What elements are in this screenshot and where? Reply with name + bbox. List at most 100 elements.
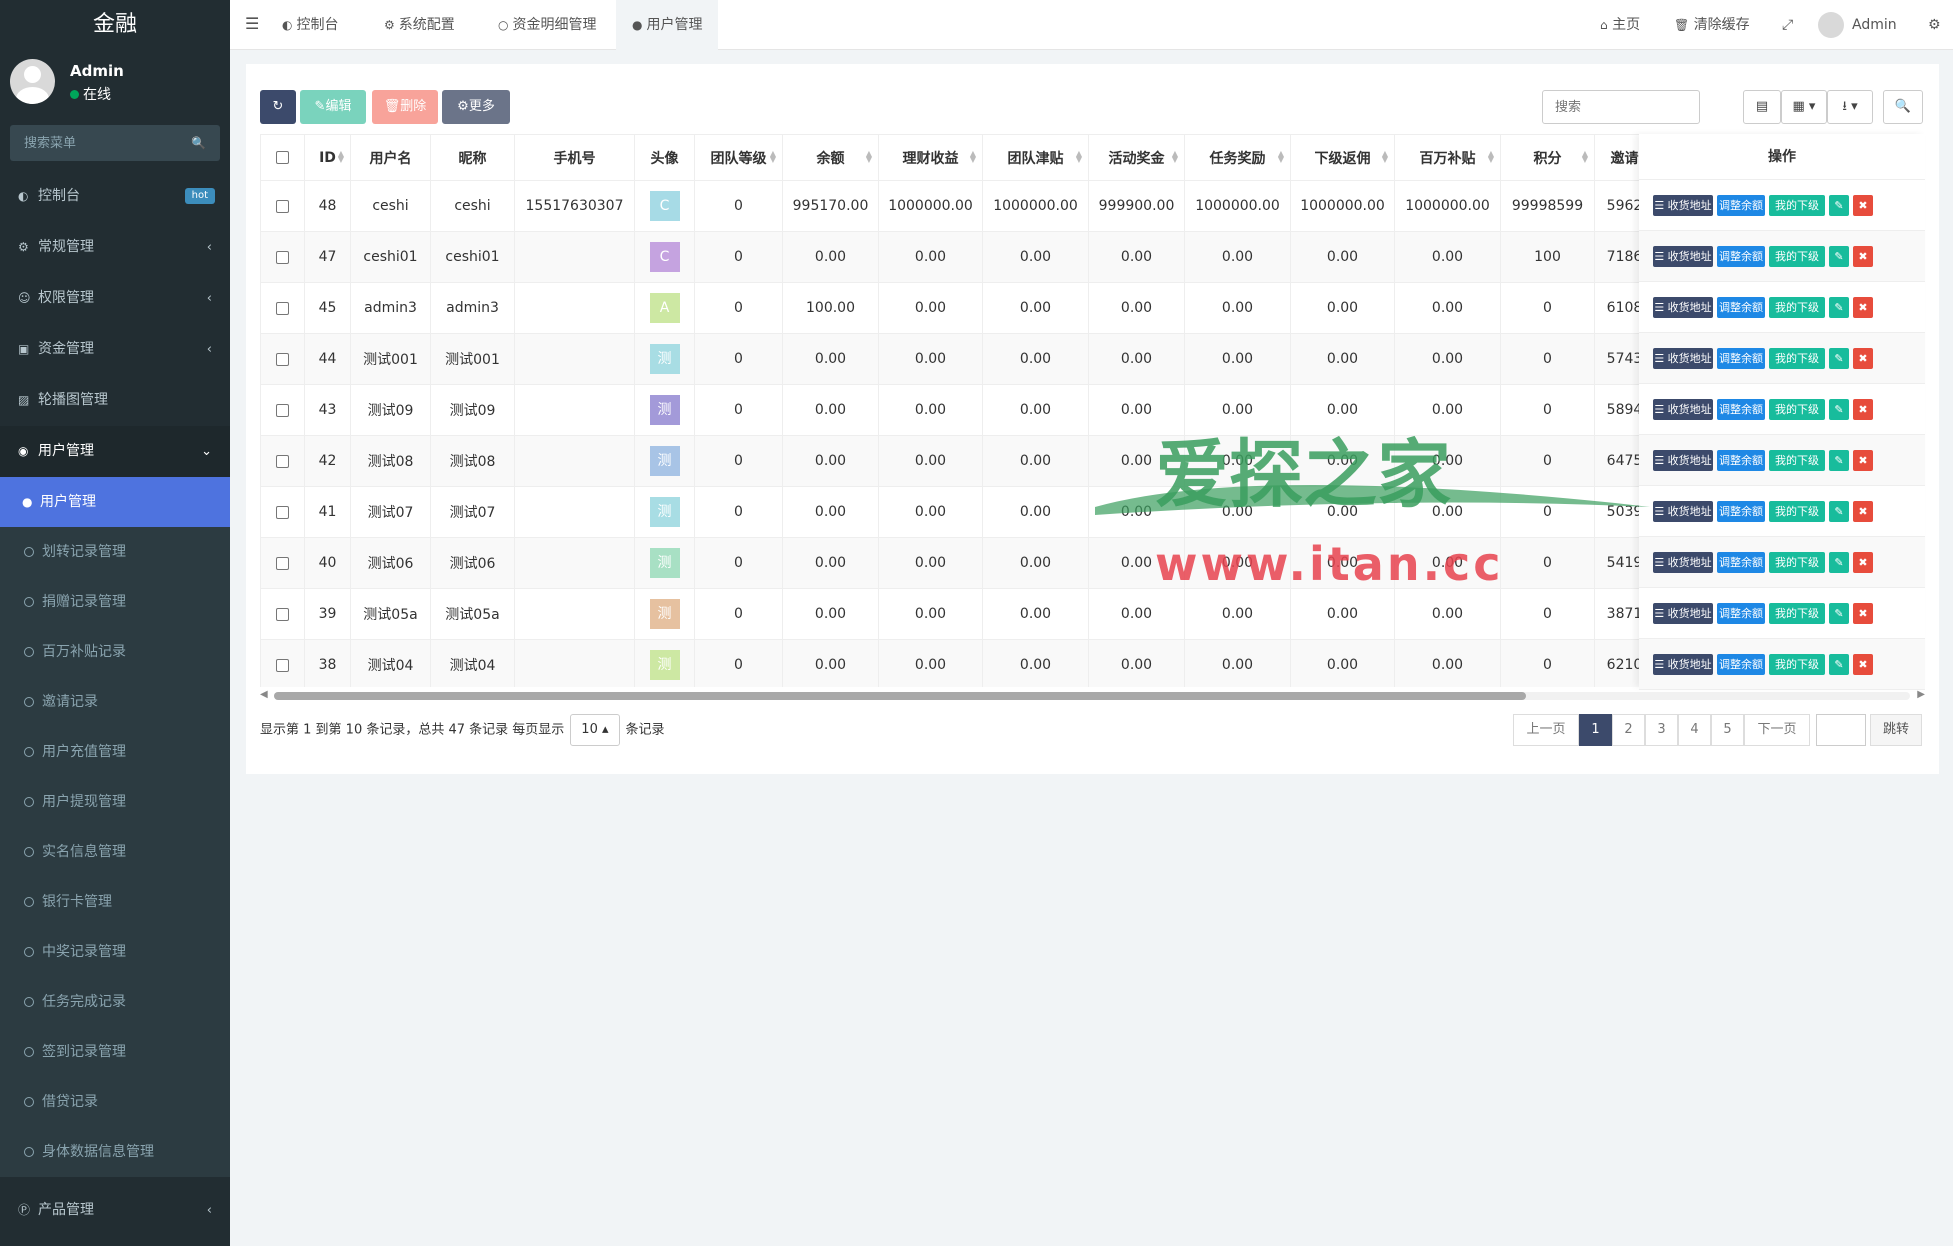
column-header[interactable]: 团队等级 ▲ ▼ (694, 134, 783, 181)
adjust-balance-button[interactable]: 调整余额 (1717, 552, 1765, 573)
column-header[interactable]: ID ▲ ▼ (304, 134, 351, 181)
row-edit-button[interactable]: ✎ (1829, 297, 1849, 318)
submenu-item-3[interactable]: 百万补贴记录 (0, 627, 230, 677)
row-edit-button[interactable]: ✎ (1829, 450, 1849, 471)
submenu-item-13[interactable]: 身体数据信息管理 (0, 1127, 230, 1177)
row-edit-button[interactable]: ✎ (1829, 195, 1849, 216)
menu-toggle-icon[interactable]: ☰ (245, 14, 259, 33)
refresh-button[interactable]: ↻ (260, 90, 296, 124)
submenu-item-5[interactable]: 用户充值管理 (0, 727, 230, 777)
row-edit-button[interactable]: ✎ (1829, 654, 1849, 675)
scroll-left-icon[interactable]: ◀ (260, 689, 268, 700)
page-3-button[interactable]: 3 (1645, 714, 1678, 746)
row-checkbox[interactable] (276, 403, 289, 417)
page-size-select[interactable]: 10 ▴ (570, 714, 620, 746)
row-delete-button[interactable]: ✖ (1853, 348, 1873, 369)
address-button[interactable]: ☰ 收货地址 (1653, 246, 1713, 267)
subordinates-button[interactable]: 我的下级 (1769, 348, 1825, 369)
tab-system-config[interactable]: ⚙ 系统配置 (368, 0, 471, 50)
adjust-balance-button[interactable]: 调整余额 (1717, 348, 1765, 369)
row-edit-button[interactable]: ✎ (1829, 501, 1849, 522)
app-logo[interactable]: 金融 (0, 0, 230, 50)
row-checkbox[interactable] (276, 454, 289, 468)
edit-button[interactable]: ✎编辑 (300, 90, 366, 124)
sidebar-item-1[interactable]: ⚙ 常规管理 ‹ (0, 222, 230, 273)
page-1-button[interactable]: 1 (1579, 714, 1612, 746)
sidebar-item-0[interactable]: ◐ 控制台 hot (0, 171, 230, 222)
row-edit-button[interactable]: ✎ (1829, 603, 1849, 624)
table-search-input[interactable] (1542, 90, 1700, 124)
home-link[interactable]: ⌂ 主页 (1600, 0, 1640, 50)
column-header[interactable]: 百万补贴 ▲ ▼ (1394, 134, 1501, 181)
more-button[interactable]: ⚙更多 (442, 90, 510, 124)
table-row[interactable]: 47 ceshi01 ceshi01 C 0 0.00 0.00 0.00 0.00 0.00 0.… (260, 231, 1655, 283)
scroll-right-icon[interactable]: ▶ (1917, 689, 1925, 700)
submenu-item-10[interactable]: 任务完成记录 (0, 977, 230, 1027)
row-delete-button[interactable]: ✖ (1853, 246, 1873, 267)
sidebar-item-4[interactable]: ▨ 轮播图管理 (0, 375, 230, 426)
adjust-balance-button[interactable]: 调整余额 (1717, 654, 1765, 675)
clear-cache-link[interactable]: 🗑 清除缓存 (1674, 0, 1750, 50)
adjust-balance-button[interactable]: 调整余额 (1717, 246, 1765, 267)
search-icon[interactable]: 🔍 (1883, 90, 1923, 124)
select-all-checkbox[interactable] (276, 151, 289, 164)
submenu-item-8[interactable]: 银行卡管理 (0, 877, 230, 927)
address-button[interactable]: ☰ 收货地址 (1653, 603, 1713, 624)
address-button[interactable]: ☰ 收货地址 (1653, 195, 1713, 216)
table-row[interactable]: 42 测试08 测试08 测 0 0.00 0.00 0.00 0.00 0.00 0.00 0.00… (260, 435, 1655, 487)
submenu-item-2[interactable]: 捐赠记录管理 (0, 577, 230, 627)
adjust-balance-button[interactable]: 调整余额 (1717, 501, 1765, 522)
row-edit-button[interactable]: ✎ (1829, 552, 1849, 573)
submenu-item-4[interactable]: 邀请记录 (0, 677, 230, 727)
row-checkbox[interactable] (276, 556, 289, 570)
address-button[interactable]: ☰ 收货地址 (1653, 450, 1713, 471)
submenu-item-1[interactable]: 划转记录管理 (0, 527, 230, 577)
subordinates-button[interactable]: 我的下级 (1769, 246, 1825, 267)
delete-button[interactable]: 🗑删除 (372, 90, 438, 124)
page-5-button[interactable]: 5 (1711, 714, 1744, 746)
column-header[interactable]: 任务奖励 ▲ ▼ (1184, 134, 1291, 181)
jump-page-input[interactable] (1816, 714, 1866, 746)
address-button[interactable]: ☰ 收货地址 (1653, 552, 1713, 573)
row-delete-button[interactable]: ✖ (1853, 654, 1873, 675)
column-header[interactable]: 积分 ▲ ▼ (1500, 134, 1595, 181)
column-header[interactable]: 下级返佣 ▲ ▼ (1290, 134, 1395, 181)
tab-user-management[interactable]: ● 用户管理 (616, 0, 719, 50)
adjust-balance-button[interactable]: 调整余额 (1717, 450, 1765, 471)
subordinates-button[interactable]: 我的下级 (1769, 552, 1825, 573)
row-delete-button[interactable]: ✖ (1853, 399, 1873, 420)
sidebar-search-input[interactable] (10, 125, 220, 161)
address-button[interactable]: ☰ 收货地址 (1653, 501, 1713, 522)
tab-dashboard[interactable]: ◐ 控制台 (266, 0, 354, 50)
column-header[interactable]: 理财收益 ▲ ▼ (878, 134, 983, 181)
row-delete-button[interactable]: ✖ (1853, 297, 1873, 318)
admin-menu[interactable]: Admin (1818, 0, 1897, 50)
row-delete-button[interactable]: ✖ (1853, 450, 1873, 471)
row-checkbox[interactable] (276, 658, 289, 672)
table-row[interactable]: 44 测试001 测试001 测 0 0.00 0.00 0.00 0.00 0.00 0.00 0.… (260, 333, 1655, 385)
subordinates-button[interactable]: 我的下级 (1769, 399, 1825, 420)
adjust-balance-button[interactable]: 调整余额 (1717, 603, 1765, 624)
table-row[interactable]: 43 测试09 测试09 测 0 0.00 0.00 0.00 0.00 0.00 0.00 0.00… (260, 384, 1655, 436)
export-icon[interactable]: ⭳ ▾ (1827, 90, 1873, 124)
cogs-icon[interactable]: ⚙ (1928, 0, 1941, 50)
columns-icon[interactable]: ▦ ▾ (1781, 90, 1827, 124)
subordinates-button[interactable]: 我的下级 (1769, 297, 1825, 318)
view-toggle-icon[interactable]: ▤ (1743, 90, 1781, 124)
table-row[interactable]: 40 测试06 测试06 测 0 0.00 0.00 0.00 0.00 0.00 0.00 0.00… (260, 537, 1655, 589)
table-row[interactable]: 45 admin3 admin3 A 0 100.00 0.00 0.00 0.00 0.00 0.… (260, 282, 1655, 334)
row-delete-button[interactable]: ✖ (1853, 195, 1873, 216)
scrollbar-thumb[interactable] (274, 692, 1526, 700)
page-2-button[interactable]: 2 (1612, 714, 1645, 746)
adjust-balance-button[interactable]: 调整余额 (1717, 399, 1765, 420)
row-checkbox[interactable] (276, 301, 289, 315)
column-header[interactable]: 活动奖金 ▲ ▼ (1088, 134, 1185, 181)
row-edit-button[interactable]: ✎ (1829, 348, 1849, 369)
row-delete-button[interactable]: ✖ (1853, 501, 1873, 522)
row-edit-button[interactable]: ✎ (1829, 399, 1849, 420)
address-button[interactable]: ☰ 收货地址 (1653, 297, 1713, 318)
address-button[interactable]: ☰ 收货地址 (1653, 654, 1713, 675)
row-checkbox[interactable] (276, 607, 289, 621)
next-page-button[interactable]: 下一页 (1744, 714, 1810, 746)
submenu-item-0[interactable]: ● 用户管理 (0, 477, 230, 527)
